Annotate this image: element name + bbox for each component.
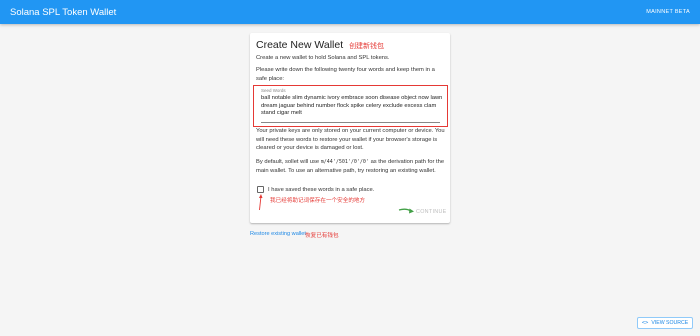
app-bar: Solana SPL Token Wallet MAINNET BETA — [0, 0, 700, 24]
continue-button[interactable]: CONTINUE — [416, 209, 447, 215]
title-annotation: 创建新钱包 — [349, 43, 385, 50]
intro-text: Create a new wallet to hold Solana and S… — [256, 55, 390, 61]
arrow-right-icon — [398, 208, 414, 214]
card-title-text: Create New Wallet — [256, 39, 344, 51]
saved-words-checkbox-label[interactable]: I have saved these words in a safe place… — [268, 187, 374, 193]
instruction-text: Please write down the following twenty f… — [256, 67, 435, 82]
derivation-prefix: By default, sollet will use — [256, 159, 320, 165]
checkbox-annotation: 我已经将助记词保存在一个安全的地方 — [270, 198, 366, 204]
derivation-path-text: By default, sollet will use m/44'/501'/0… — [256, 158, 446, 175]
saved-words-checkbox[interactable] — [257, 186, 264, 193]
view-source-label: VIEW SOURCE — [651, 320, 689, 326]
view-source-button[interactable]: <> VIEW SOURCE — [637, 317, 693, 329]
network-selector-button[interactable]: MAINNET BETA — [646, 9, 690, 15]
private-keys-notice: Your private keys are only stored on you… — [256, 128, 445, 152]
derivation-path: m/44'/501'/0'/0' — [320, 159, 369, 165]
seed-field-underline — [261, 122, 440, 123]
code-icon: <> — [641, 320, 649, 326]
seed-words-label: Seed Words — [261, 88, 286, 93]
restore-annotation: 恢复已有钱包 — [305, 233, 339, 239]
restore-wallet-link[interactable]: Restore existing wallet — [250, 231, 306, 237]
seed-words-field[interactable]: Seed Words ball notable slim dynamic ivo… — [253, 85, 448, 127]
seed-words-value[interactable]: ball notable slim dynamic ivory embrace … — [261, 95, 445, 118]
card-title: Create New Wallet 创建新钱包 — [256, 39, 384, 51]
create-wallet-card: Create New Wallet 创建新钱包 Create a new wal… — [250, 33, 450, 223]
annotation-pointer-icon — [259, 194, 263, 211]
app-title: Solana SPL Token Wallet — [10, 6, 117, 18]
